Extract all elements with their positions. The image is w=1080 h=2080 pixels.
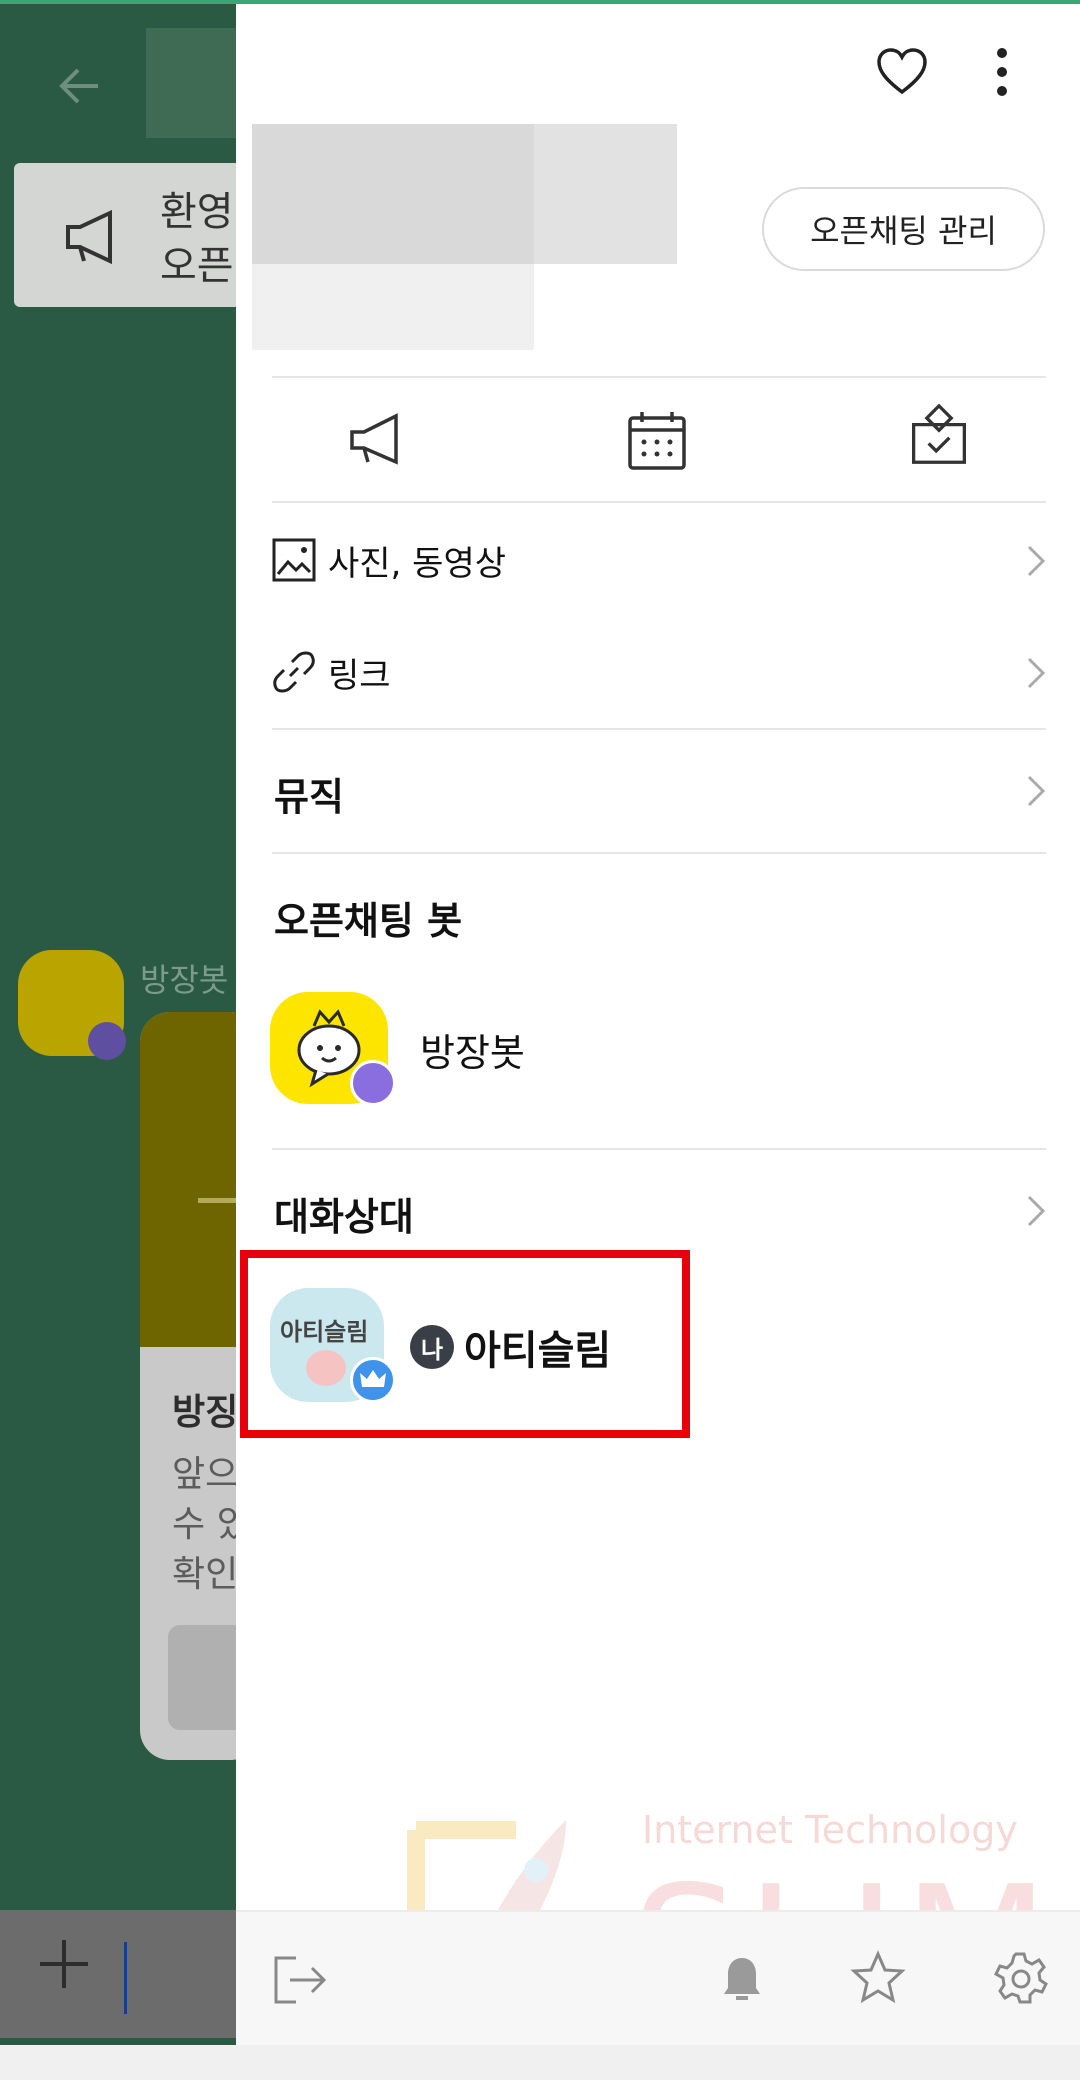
divider — [272, 1148, 1046, 1150]
notice-line-1: 환영 — [160, 189, 234, 235]
photo-icon — [272, 538, 316, 582]
open-chat-manage-button[interactable]: 오픈채팅 관리 — [762, 187, 1045, 271]
chevron-right-icon — [1027, 545, 1046, 577]
gear-icon[interactable] — [992, 1950, 1048, 2006]
exit-icon[interactable] — [272, 1952, 328, 2008]
chat-background: 환영 오픈 — [0, 0, 260, 2080]
divider — [272, 376, 1046, 378]
star-icon[interactable] — [850, 1950, 906, 2006]
vote-box-icon[interactable] — [908, 404, 970, 466]
drawer-footer — [236, 1910, 1080, 2045]
divider — [272, 501, 1046, 503]
bot-section-title: 오픈채팅 봇 — [274, 899, 463, 943]
menu-links-label: 링크 — [328, 656, 391, 696]
link-icon — [273, 651, 315, 693]
divider — [272, 728, 1046, 730]
top-progress-strip — [0, 0, 1080, 4]
menu-photos-videos-label: 사진, 동영상 — [328, 544, 507, 584]
menu-photos-videos[interactable]: 사진, 동영상 — [272, 516, 1046, 606]
menu-music-label: 뮤직 — [274, 775, 344, 819]
sender-name: 방장봇 — [140, 961, 229, 999]
menu-music[interactable]: 뮤직 — [272, 746, 1046, 836]
more-vertical-icon[interactable] — [990, 46, 1014, 98]
room-profile-image-blurred-2 — [534, 124, 677, 264]
room-profile-image-blurred-3 — [252, 264, 534, 350]
chat-title-blurred — [146, 28, 236, 138]
megaphone-icon — [66, 209, 112, 265]
menu-links[interactable]: 링크 — [272, 628, 1046, 718]
message-title: 방징 — [172, 1392, 239, 1433]
bot-avatar-small[interactable] — [18, 950, 126, 1060]
chat-input-bar — [0, 1910, 236, 2038]
text-caret[interactable] — [124, 1942, 127, 2014]
watermark-text: Internet Technology — [642, 1808, 1018, 1852]
notice-line-2: 오픈 — [160, 243, 234, 289]
bot-name[interactable]: 방장봇 — [420, 1022, 525, 1077]
plus-icon[interactable] — [36, 1936, 92, 1992]
message-card-dash — [198, 1198, 238, 1203]
chat-room-drawer: 오픈채팅 관리 사진, 동영상 링크 뮤직 오픈채팅 봇 방장봇 대화상대 아티… — [236, 0, 1080, 2048]
chevron-right-icon — [1027, 1195, 1046, 1227]
calendar-icon[interactable] — [626, 410, 688, 472]
bot-badge-icon — [350, 1060, 396, 1106]
bell-icon[interactable] — [714, 1950, 770, 2006]
divider — [272, 852, 1046, 854]
megaphone-icon[interactable] — [346, 408, 408, 470]
bot-badge-icon — [88, 1022, 126, 1060]
system-nav-bar — [0, 2045, 1080, 2080]
heart-icon[interactable] — [876, 46, 928, 98]
chevron-right-icon — [1027, 775, 1046, 807]
menu-members[interactable]: 대화상대 — [272, 1166, 1046, 1256]
chevron-right-icon — [1027, 657, 1046, 689]
back-arrow-icon[interactable] — [52, 58, 108, 114]
notice-banner[interactable]: 환영 오픈 — [14, 163, 254, 307]
highlight-box — [240, 1250, 690, 1438]
members-section-title: 대화상대 — [274, 1195, 414, 1239]
